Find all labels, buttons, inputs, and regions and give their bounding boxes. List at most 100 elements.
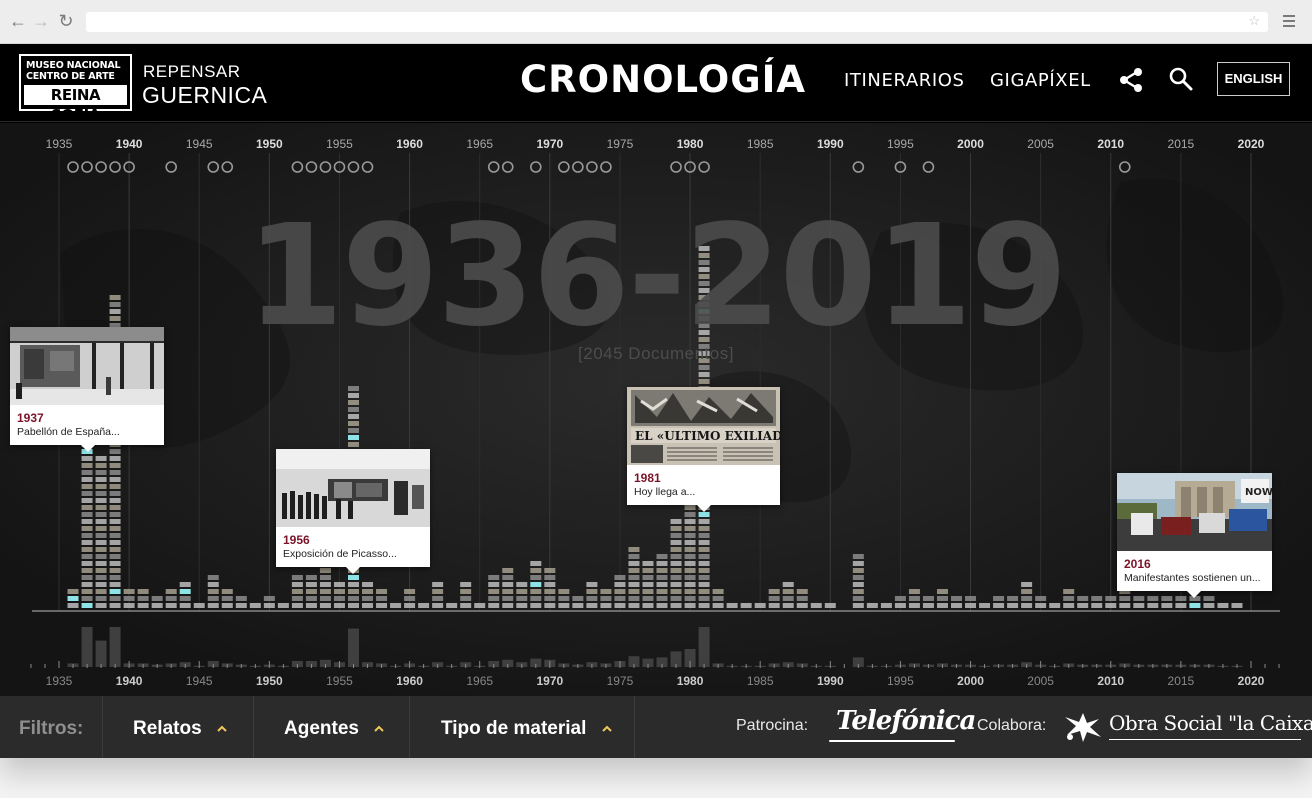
caixa-logo[interactable]: Obra Social "la Caixa": [1109, 711, 1312, 735]
pavilion-photo: [10, 327, 164, 405]
timeline[interactable]: 1935 1940 1945 1950 1955 1960 1965 1970 1975 1980…: [0, 123, 1312, 696]
bar-segment: [67, 589, 79, 594]
forward-arrow-icon[interactable]: →: [31, 11, 51, 31]
back-arrow-icon[interactable]: ←: [8, 11, 28, 31]
bar-segment: [179, 589, 191, 594]
bar-segment: [1035, 596, 1047, 601]
bar-segment: [67, 603, 79, 608]
bar-segment: [698, 519, 710, 524]
event-card-1956[interactable]: 1956 Exposición de Picasso...: [276, 449, 430, 574]
hamburger-menu-icon[interactable]: [1283, 15, 1295, 27]
reload-icon[interactable]: ↻: [56, 11, 76, 31]
axis-label-bottom-1980: 1980: [677, 674, 704, 688]
bar-segment: [698, 547, 710, 552]
bar-segment: [530, 582, 542, 587]
year-bar-1953: [305, 575, 317, 608]
filter-agentes-label: Agentes: [284, 718, 359, 739]
bar-segment: [347, 575, 359, 580]
bar-segment: [95, 554, 107, 559]
year-bar-2011: [1119, 589, 1131, 608]
bar-segment: [1119, 596, 1131, 601]
bar-segment: [95, 456, 107, 461]
bar-segment: [768, 589, 780, 594]
bar-segment: [670, 582, 682, 587]
bar-segment: [305, 603, 317, 608]
filter-agentes[interactable]: Agentes: [284, 718, 384, 740]
bar-segment: [488, 603, 500, 608]
event-card-1937[interactable]: 1937 Pabellón de España...: [10, 327, 164, 452]
bar-segment: [305, 589, 317, 594]
year-bar-1984: [740, 603, 752, 608]
bar-segment: [95, 470, 107, 475]
bar-segment: [698, 540, 710, 545]
card-pointer: [81, 445, 95, 452]
axis-label-top-1995: 1995: [887, 137, 914, 151]
bar-segment: [347, 414, 359, 419]
card-year: 1937: [17, 411, 44, 425]
bar-segment: [291, 596, 303, 601]
bar-segment: [347, 407, 359, 412]
filter-tipo-material[interactable]: Tipo de material: [441, 718, 612, 740]
bar-segment: [530, 568, 542, 573]
bar-segment: [586, 582, 598, 587]
language-button[interactable]: ENGLISH: [1217, 62, 1290, 96]
bar-segment: [1147, 596, 1159, 601]
bar-segment: [558, 603, 570, 608]
bar-segment: [600, 596, 612, 601]
bar-segment: [1021, 603, 1033, 608]
chevron-up-icon: [217, 725, 227, 732]
bar-segment: [1133, 603, 1145, 608]
bar-segment: [740, 603, 752, 608]
year-bar-1961: [418, 603, 430, 608]
site-subtitle-line-1[interactable]: REPENSAR: [143, 62, 241, 82]
range-label: 1936-2019: [246, 195, 1067, 358]
bar-segment: [333, 582, 345, 587]
axis-label-bottom-1960: 1960: [396, 674, 423, 688]
year-bar-1998: [936, 589, 948, 608]
bar-segment: [698, 533, 710, 538]
bar-segment: [614, 603, 626, 608]
sponsor-label: Patrocina:: [736, 717, 809, 734]
address-bar[interactable]: ☆: [86, 12, 1268, 32]
axis-label-bottom-2010: 2010: [1097, 674, 1124, 688]
bar-segment: [95, 498, 107, 503]
bar-segment: [642, 589, 654, 594]
bar-segment: [684, 589, 696, 594]
bar-segment: [782, 589, 794, 594]
bar-segment: [768, 596, 780, 601]
bar-segment: [684, 505, 696, 510]
bar-segment: [796, 589, 808, 594]
site-subtitle-line-2[interactable]: GUERNICA: [142, 82, 267, 109]
bar-segment: [796, 596, 808, 601]
telefonica-logo[interactable]: Telefónica: [836, 706, 976, 736]
bar-segment: [670, 568, 682, 573]
bar-segment: [137, 589, 149, 594]
nav-gigapixel[interactable]: GIGAPÍXEL: [990, 70, 1091, 91]
event-card-1981[interactable]: EL «ULTIMO EXILIADO» 1981 Hoy llega a...: [627, 387, 780, 512]
star-icon[interactable]: ☆: [1248, 13, 1260, 29]
chevron-up-icon: [374, 725, 384, 732]
search-icon[interactable]: [1168, 66, 1194, 92]
bar-segment: [698, 589, 710, 594]
bar-segment: [109, 603, 121, 608]
axis-label-bottom-1965: 1965: [466, 674, 493, 688]
event-card-2016[interactable]: NOW! 2016 Manifestantes sostienen un...: [1117, 473, 1272, 598]
year-bar-1936: [67, 589, 79, 608]
bar-segment: [712, 596, 724, 601]
bar-segment: [109, 526, 121, 531]
bar-segment: [502, 575, 514, 580]
bar-segment: [993, 603, 1005, 608]
nav-itinerarios[interactable]: ITINERARIOS: [844, 70, 965, 91]
bar-segment: [207, 603, 219, 608]
bar-segment: [572, 603, 584, 608]
year-bar-1974: [600, 589, 612, 608]
axis-label-bottom-2015: 2015: [1168, 674, 1195, 688]
bar-segment: [656, 603, 668, 608]
filter-relatos[interactable]: Relatos: [133, 718, 227, 740]
axis-label-top-1990: 1990: [817, 137, 844, 151]
share-icon[interactable]: [1117, 66, 1145, 94]
card-year: 1981: [634, 471, 661, 485]
bar-segment: [544, 596, 556, 601]
bar-segment: [319, 589, 331, 594]
museum-logo[interactable]: MUSEO NACIONAL CENTRO DE ARTE REINA SOFI…: [19, 54, 132, 124]
